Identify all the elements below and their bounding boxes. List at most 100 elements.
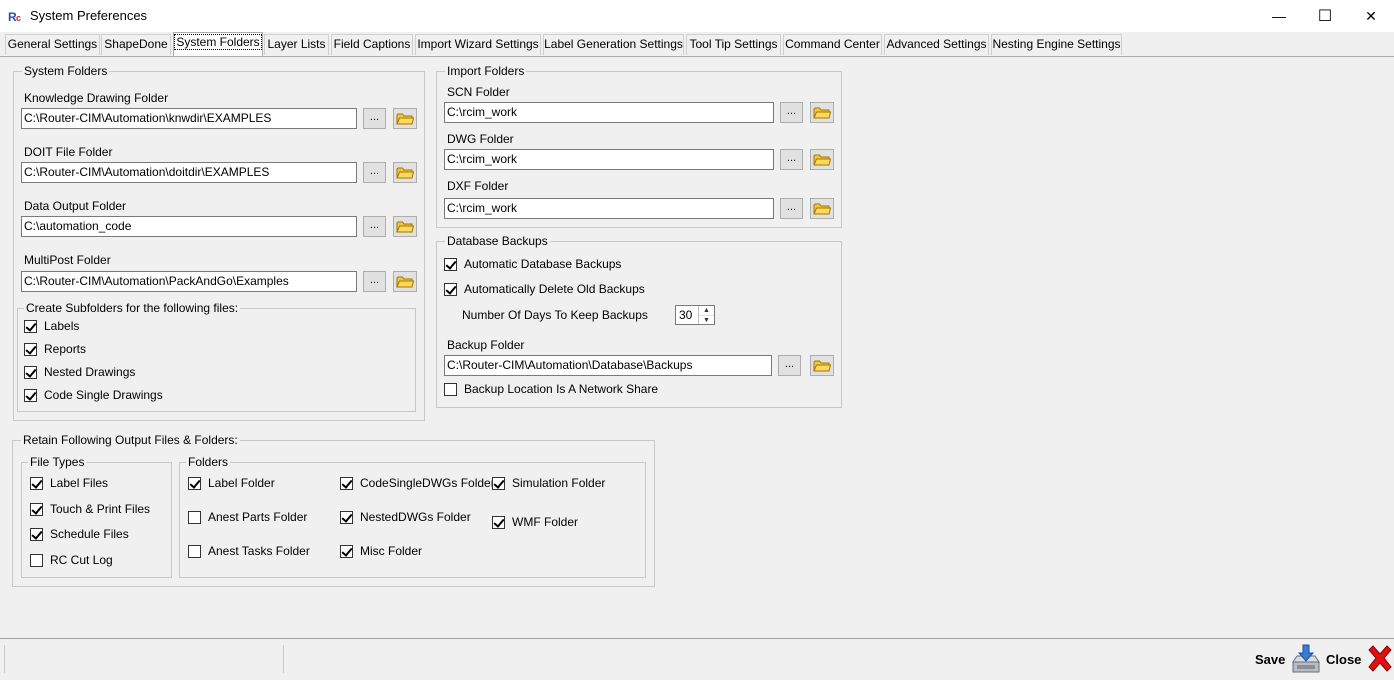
folder-icon xyxy=(813,107,831,118)
knowledge-browse-button[interactable]: ... xyxy=(363,108,386,129)
minimize-icon: — xyxy=(1272,8,1286,24)
auto-delete-backups-checkbox[interactable]: Automatically Delete Old Backups xyxy=(444,281,645,297)
checkbox-box[interactable] xyxy=(188,544,201,558)
dxf-browse-button[interactable]: ... xyxy=(780,198,803,219)
multipost-browse-button[interactable]: ... xyxy=(363,271,386,292)
backup-open-folder-button[interactable] xyxy=(810,355,834,376)
backup-browse-button[interactable]: ... xyxy=(778,355,801,376)
checkbox-box[interactable] xyxy=(24,342,37,356)
chevron-up-icon[interactable]: ▲ xyxy=(699,306,714,315)
checkbox-box[interactable] xyxy=(30,502,43,516)
close-button[interactable]: Close xyxy=(1326,643,1394,675)
tab-field-captions[interactable]: Field Captions xyxy=(331,34,413,55)
folder-icon xyxy=(396,221,414,232)
simulation-folder-checkbox[interactable]: Simulation Folder xyxy=(492,475,605,491)
checkbox-box[interactable] xyxy=(24,365,37,379)
chevron-down-icon[interactable]: ▼ xyxy=(699,315,714,324)
tab-system-folders[interactable]: System Folders xyxy=(173,32,263,56)
data-output-folder-input[interactable]: C:\automation_code xyxy=(21,216,357,237)
checkbox-box[interactable] xyxy=(444,257,457,271)
stepper-arrows[interactable]: ▲ ▼ xyxy=(698,306,714,324)
codesingledwgs-folder-checkbox[interactable]: CodeSingleDWGs Folder xyxy=(340,475,495,491)
retain-output-title: Retain Following Output Files & Folders: xyxy=(21,433,240,447)
anest-tasks-folder-checkbox[interactable]: Anest Tasks Folder xyxy=(188,543,310,559)
checkbox-box[interactable] xyxy=(492,515,505,529)
tab-strip: General Settings ShapeDone System Folder… xyxy=(0,32,1394,56)
knowledge-folder-input[interactable]: C:\Router-CIM\Automation\knwdir\EXAMPLES xyxy=(21,108,357,129)
rc-cut-log-checkbox[interactable]: RC Cut Log xyxy=(30,552,113,568)
multipost-open-folder-button[interactable] xyxy=(393,271,417,292)
wmf-folder-checkbox[interactable]: WMF Folder xyxy=(492,514,578,530)
anest-parts-folder-checkbox[interactable]: Anest Parts Folder xyxy=(188,509,307,525)
checkbox-box[interactable] xyxy=(188,510,201,524)
doit-open-folder-button[interactable] xyxy=(393,162,417,183)
backup-folder-input[interactable]: C:\Router-CIM\Automation\Database\Backup… xyxy=(444,355,772,376)
checkbox-box[interactable] xyxy=(30,476,43,490)
dwg-browse-button[interactable]: ... xyxy=(780,149,803,170)
tab-label-generation-settings[interactable]: Label Generation Settings xyxy=(543,34,684,55)
knowledge-open-folder-button[interactable] xyxy=(393,108,417,129)
days-to-keep-value[interactable]: 30 xyxy=(679,308,692,322)
data-output-open-folder-button[interactable] xyxy=(393,216,417,237)
save-button[interactable]: Save xyxy=(1255,643,1322,675)
tab-shapedone[interactable]: ShapeDone xyxy=(101,34,171,55)
label-files-checkbox[interactable]: Label Files xyxy=(30,475,108,491)
system-folders-title: System Folders xyxy=(22,64,110,78)
checkbox-box[interactable] xyxy=(340,476,353,490)
reports-subfolder-checkbox[interactable]: Reports xyxy=(24,341,86,357)
checkbox-box[interactable] xyxy=(24,319,37,333)
label-folder-checkbox[interactable]: Label Folder xyxy=(188,475,275,491)
tab-advanced-settings[interactable]: Advanced Settings xyxy=(884,34,989,55)
minimize-button[interactable]: — xyxy=(1256,0,1302,32)
touch-print-files-checkbox[interactable]: Touch & Print Files xyxy=(30,501,150,517)
tab-layer-lists[interactable]: Layer Lists xyxy=(264,34,329,55)
scn-open-folder-button[interactable] xyxy=(810,102,834,123)
tab-command-center[interactable]: Command Center xyxy=(783,34,882,55)
scn-folder-label: SCN Folder xyxy=(447,85,510,99)
checkbox-box[interactable] xyxy=(444,282,457,296)
title-bar: R c System Preferences — ☐ ✕ xyxy=(0,0,1394,32)
network-share-checkbox[interactable]: Backup Location Is A Network Share xyxy=(444,381,658,397)
data-output-browse-button[interactable]: ... xyxy=(363,216,386,237)
misc-folder-checkbox[interactable]: Misc Folder xyxy=(340,543,422,559)
checkbox-box[interactable] xyxy=(30,553,43,567)
nesteddwgs-folder-checkbox[interactable]: NestedDWGs Folder xyxy=(340,509,471,525)
doit-browse-button[interactable]: ... xyxy=(363,162,386,183)
scn-folder-input[interactable]: C:\rcim_work xyxy=(444,102,774,123)
code-single-drawings-subfolder-checkbox[interactable]: Code Single Drawings xyxy=(24,387,163,403)
nested-drawings-subfolder-checkbox[interactable]: Nested Drawings xyxy=(24,364,135,380)
checkbox-box[interactable] xyxy=(492,476,505,490)
dwg-open-folder-button[interactable] xyxy=(810,149,834,170)
dwg-folder-input[interactable]: C:\rcim_work xyxy=(444,149,774,170)
automatic-backups-checkbox[interactable]: Automatic Database Backups xyxy=(444,256,621,272)
checkbox-box[interactable] xyxy=(340,544,353,558)
doit-folder-input[interactable]: C:\Router-CIM\Automation\doitdir\EXAMPLE… xyxy=(21,162,357,183)
tab-general-settings[interactable]: General Settings xyxy=(5,34,100,55)
data-output-folder-label: Data Output Folder xyxy=(24,199,127,213)
tab-nesting-engine-settings[interactable]: Nesting Engine Settings xyxy=(991,34,1122,55)
multipost-folder-input[interactable]: C:\Router-CIM\Automation\PackAndGo\Examp… xyxy=(21,271,357,292)
folder-icon xyxy=(813,154,831,165)
tab-page-border xyxy=(0,56,1394,57)
checkbox-box[interactable] xyxy=(30,527,43,541)
labels-subfolder-checkbox[interactable]: Labels xyxy=(24,318,79,334)
app-icon: R c xyxy=(8,8,24,24)
backup-folder-label: Backup Folder xyxy=(447,338,525,352)
retain-folders-title: Folders xyxy=(186,455,231,469)
checkbox-box[interactable] xyxy=(24,388,37,402)
dxf-open-folder-button[interactable] xyxy=(810,198,834,219)
checkbox-box[interactable] xyxy=(188,476,201,490)
dxf-folder-input[interactable]: C:\rcim_work xyxy=(444,198,774,219)
days-to-keep-stepper[interactable]: 30 ▲ ▼ xyxy=(675,305,715,325)
close-window-button[interactable]: ✕ xyxy=(1348,0,1394,32)
scn-browse-button[interactable]: ... xyxy=(780,102,803,123)
checkbox-box[interactable] xyxy=(444,382,457,396)
maximize-icon: ☐ xyxy=(1317,8,1333,25)
tab-import-wizard-settings[interactable]: Import Wizard Settings xyxy=(415,34,541,55)
maximize-button[interactable]: ☐ xyxy=(1302,0,1348,32)
schedule-files-checkbox[interactable]: Schedule Files xyxy=(30,526,129,542)
folder-icon xyxy=(813,360,831,371)
checkbox-box[interactable] xyxy=(340,510,353,524)
tab-tool-tip-settings[interactable]: Tool Tip Settings xyxy=(686,34,781,55)
close-label: Close xyxy=(1326,651,1362,667)
